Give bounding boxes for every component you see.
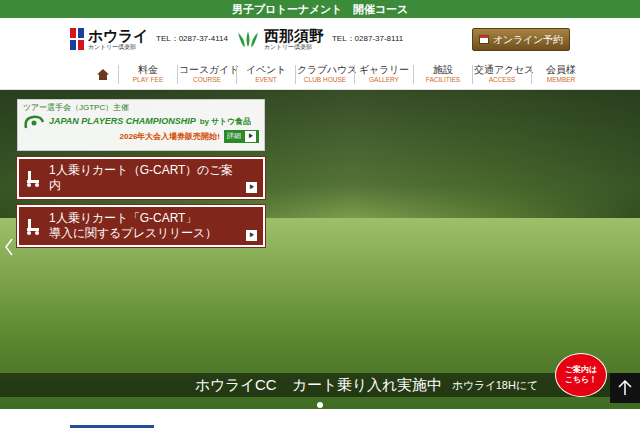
- tournament-note: 2026年大会入場券販売開始!: [120, 131, 220, 143]
- hero-slider: ツアー選手会（JGTPC）主催JAPAN PLAYERS CHAMPIONSHI…: [0, 90, 640, 409]
- caption-sub: ホウライ18Hにて: [452, 377, 538, 394]
- nav-label: ギャラリー: [356, 65, 412, 76]
- club-group: ホウライカントリー倶楽部 TEL：0287-37-4114: [70, 28, 228, 50]
- cart-icon: [25, 217, 41, 235]
- nav-en-label: COURSE: [179, 76, 235, 83]
- back-to-top[interactable]: [610, 373, 640, 403]
- below-hero: [0, 425, 640, 430]
- booking-label: オンライン予約: [493, 32, 563, 47]
- club-group: 西那須野カントリー倶楽部 TEL：0287-37-8111: [236, 28, 403, 50]
- nav-label: イベント: [238, 65, 294, 76]
- cart-banner-line: 1人乗りカート（G-CART）のご案内: [49, 163, 238, 193]
- arrow-up-icon: [618, 380, 632, 396]
- club-name-block: ホウライカントリー倶楽部: [88, 28, 148, 50]
- caption-main: ホウライCC カート乗り入れ実施中: [195, 374, 442, 397]
- club-sub: カントリー倶楽部: [88, 44, 148, 50]
- nav-label: 料金: [120, 65, 176, 76]
- home-link[interactable]: [88, 69, 118, 80]
- details-label: 詳細: [227, 131, 241, 142]
- nav-item[interactable]: ギャラリーGALLERY: [354, 65, 413, 83]
- nav-item[interactable]: コースガイドCOURSE: [177, 65, 236, 83]
- tournament-footer: 2026年大会入場券販売開始! 詳細 ▶: [23, 130, 259, 143]
- home-icon: [97, 69, 109, 80]
- nav-item[interactable]: 施設FACILITIES: [413, 65, 472, 83]
- hourai-logo-icon: [70, 28, 84, 50]
- club-logo[interactable]: 西那須野カントリー倶楽部: [236, 28, 324, 50]
- tournament-organizer: ツアー選手会（JGTPC）主催: [23, 102, 259, 114]
- top-bar-title: 男子プロトーナメント 開催コース: [232, 3, 408, 15]
- header: ホウライカントリー倶楽部TEL：0287-37-4114西那須野カントリー倶楽部…: [0, 18, 640, 60]
- nav-en-label: EVENT: [238, 76, 294, 83]
- jpc-logo-icon: [23, 114, 45, 130]
- slide-dot[interactable]: [317, 402, 323, 408]
- club-sub: カントリー倶楽部: [264, 44, 324, 50]
- details-arrow: ▶: [245, 131, 256, 142]
- club-tel: TEL：0287-37-4114: [156, 33, 228, 45]
- main-nav: 料金PLAY FEEコースガイドCOURSEイベントEVENTクラブハウスCLU…: [0, 60, 640, 90]
- cart-banner-text: 1人乗りカート（G-CART）のご案内: [49, 163, 238, 193]
- cart-banner-line: 導入に関するプレスリリース）: [49, 226, 238, 241]
- cart-banner[interactable]: 1人乗りカート「G-CART」導入に関するプレスリリース） ▶: [17, 205, 265, 247]
- club-tel: TEL：0287-37-8111: [332, 33, 403, 45]
- nav-label: コースガイド: [179, 65, 235, 76]
- nav-en-label: ACCESS: [474, 76, 530, 83]
- nav-en-label: FACILITIES: [415, 76, 471, 83]
- hero-banners: ツアー選手会（JGTPC）主催JAPAN PLAYERS CHAMPIONSHI…: [17, 99, 265, 247]
- tournament-title-row: JAPAN PLAYERS CHAMPIONSHIP by サトウ食品: [23, 114, 259, 130]
- banner-arrow: ▶: [246, 182, 257, 193]
- cart-banner-text: 1人乗りカート「G-CART」導入に関するプレスリリース）: [49, 211, 238, 241]
- nav-label: 会員様: [533, 65, 589, 76]
- tournament-banner[interactable]: ツアー選手会（JGTPC）主催JAPAN PLAYERS CHAMPIONSHI…: [17, 99, 265, 151]
- cart-banner-line: 1人乗りカート「G-CART」: [49, 211, 238, 226]
- tournament-sponsor: by サトウ食品: [200, 116, 252, 128]
- top-bar: 男子プロトーナメント 開催コース: [0, 0, 640, 18]
- section-bar: [70, 425, 154, 428]
- nav-en-label: MEMBER: [533, 76, 589, 83]
- cart-banner[interactable]: 1人乗りカート（G-CART）のご案内 ▶: [17, 157, 265, 199]
- calendar-icon: [479, 34, 489, 44]
- booking-button[interactable]: オンライン予約: [472, 28, 570, 51]
- chevron-left-icon: [4, 238, 14, 256]
- info-badge[interactable]: ご案内は こちら！: [555, 353, 607, 397]
- nav-en-label: CLUB HOUSE: [297, 76, 353, 83]
- nishinasuno-logo-icon: [236, 29, 260, 49]
- club-name: 西那須野: [264, 28, 324, 44]
- nav-item[interactable]: イベントEVENT: [236, 65, 295, 83]
- club-logo[interactable]: ホウライカントリー倶楽部: [70, 28, 148, 50]
- prev-slide[interactable]: [4, 238, 14, 256]
- nav-en-label: PLAY FEE: [120, 76, 176, 83]
- nav-label: 交通アクセス: [474, 65, 530, 76]
- hero-caption: ホウライCC カート乗り入れ実施中ホウライ18Hにて: [0, 373, 640, 397]
- tournament-title: JAPAN PLAYERS CHAMPIONSHIP: [49, 115, 196, 129]
- nav-item[interactable]: クラブハウスCLUB HOUSE: [295, 65, 354, 83]
- club-name: ホウライ: [88, 28, 148, 44]
- nav-label: クラブハウス: [297, 65, 353, 76]
- nav-label: 施設: [415, 65, 471, 76]
- details-button[interactable]: 詳細 ▶: [224, 130, 259, 143]
- cart-icon: [25, 169, 41, 187]
- nav-item[interactable]: 交通アクセスACCESS: [472, 65, 531, 83]
- club-name-block: 西那須野カントリー倶楽部: [264, 28, 324, 50]
- nav-en-label: GALLERY: [356, 76, 412, 83]
- nav-item[interactable]: 会員様MEMBER: [531, 65, 590, 83]
- banner-arrow: ▶: [246, 230, 257, 241]
- nav-item[interactable]: 料金PLAY FEE: [118, 65, 177, 83]
